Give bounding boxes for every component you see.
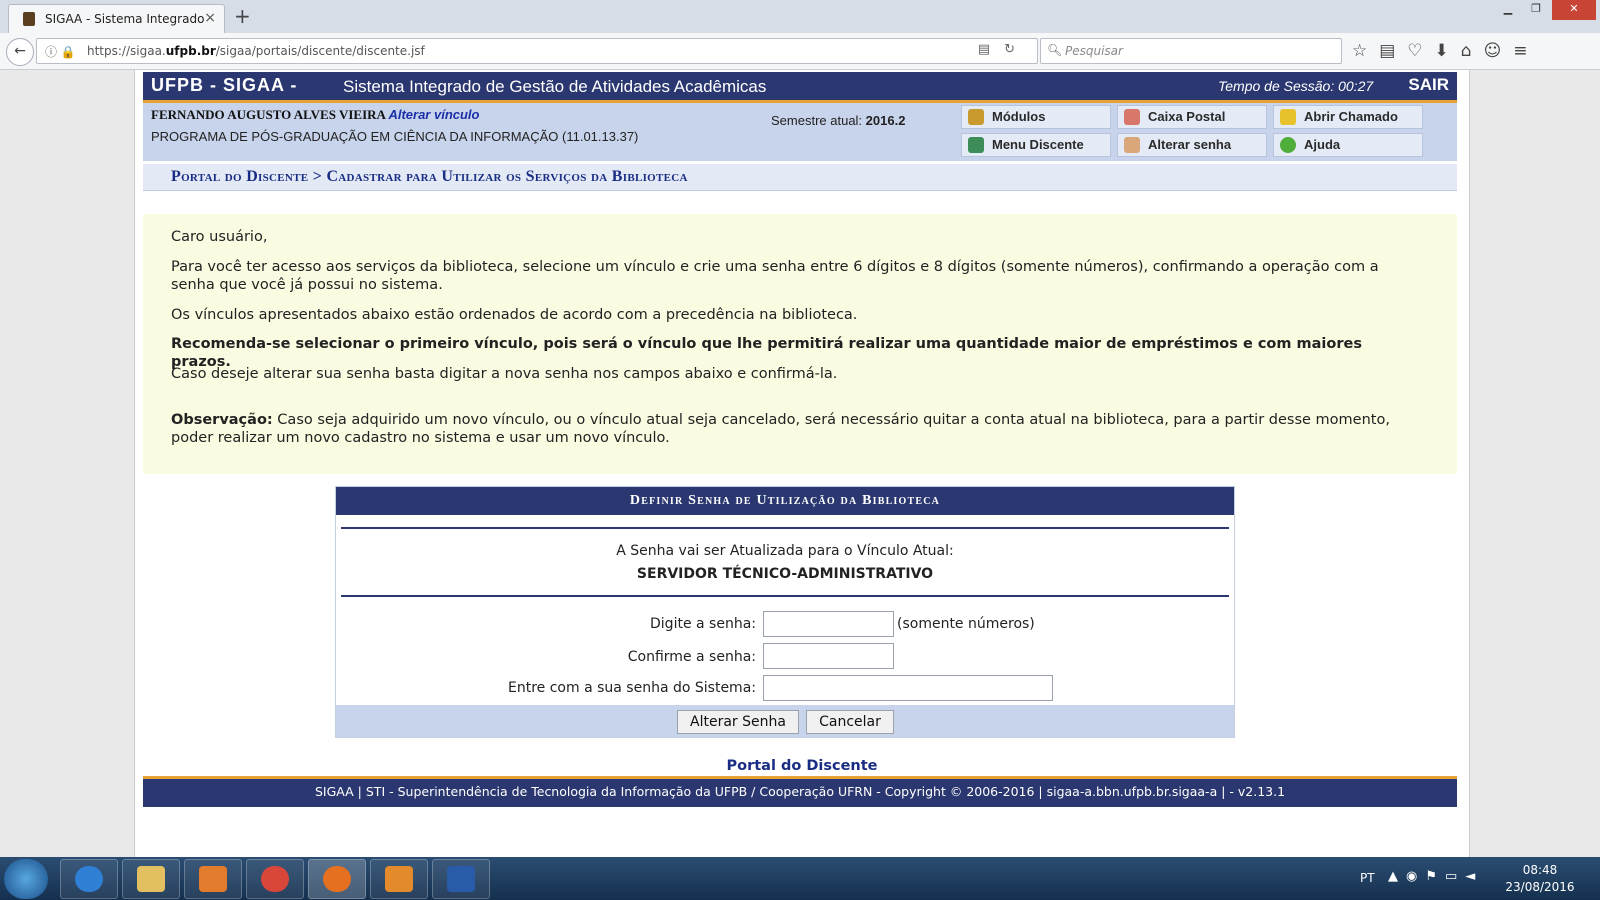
page-content: UFPB - SIGAA - Sistema Integrado de Gest…	[134, 70, 1470, 857]
search-box[interactable]: 🔍︎ Pesquisar	[1040, 38, 1342, 64]
greeting-text: Caro usuário,	[171, 229, 268, 245]
password-hint: (somente números)	[897, 616, 1035, 632]
abrir-chamado-button[interactable]: Abrir Chamado	[1273, 105, 1423, 129]
media-player-icon[interactable]	[184, 859, 242, 899]
system-tray-icons[interactable]: ▲◉⚑▭◄	[1388, 869, 1483, 884]
address-bar[interactable]: ⓘ 🔒 https://sigaa.ufpb.br/sigaa/portais/…	[36, 38, 1038, 64]
cancel-button[interactable]: Cancelar	[806, 710, 894, 734]
update-info-text: A Senha vai ser Atualizada para o Víncul…	[616, 543, 954, 559]
user-name: FERNANDO AUGUSTO ALVES VIEIRA	[151, 107, 386, 122]
reader-reload-icons[interactable]: ▤↻	[978, 42, 1029, 57]
browser-tab[interactable]: SIGAA - Sistema Integrado ... ×	[8, 4, 225, 34]
portal-discente-link[interactable]: Portal do Discente	[135, 758, 1469, 774]
user-key-icon	[1124, 137, 1140, 153]
search-icon: 🔍︎	[1047, 43, 1063, 57]
instructions-paragraph: Para você ter acesso aos serviços da bib…	[171, 259, 1379, 293]
logout-link[interactable]: SAIR	[1408, 75, 1449, 95]
instructions-panel: Caro usuário, Para você ter acesso aos s…	[143, 214, 1457, 474]
system-password-input[interactable]	[763, 675, 1053, 701]
divider	[341, 527, 1229, 529]
breadcrumb-text: Portal do Discente > Cadastrar para Util…	[171, 168, 688, 185]
alterar-senha-submit-button[interactable]: Alterar Senha	[677, 710, 799, 734]
site-info-lock-icon[interactable]: ⓘ 🔒	[45, 43, 76, 60]
internet-explorer-icon[interactable]	[60, 859, 118, 899]
alterar-senha-button[interactable]: Alterar senha	[1117, 133, 1267, 157]
sigaa-header: UFPB - SIGAA - Sistema Integrado de Gest…	[143, 72, 1457, 103]
search-placeholder: Pesquisar	[1065, 44, 1123, 58]
form-actions: Alterar Senha Cancelar	[336, 705, 1234, 737]
bell-icon	[1280, 109, 1296, 125]
caixa-postal-button[interactable]: Caixa Postal	[1117, 105, 1267, 129]
cube-icon	[968, 109, 984, 125]
change-link-link[interactable]: Alterar vínculo	[388, 107, 479, 122]
browser-tab-bar: SIGAA - Sistema Integrado ... × + ▁ ❐ ✕	[0, 0, 1600, 34]
chrome-icon[interactable]	[246, 859, 304, 899]
word-icon[interactable]	[432, 859, 490, 899]
user-name-line: FERNANDO AUGUSTO ALVES VIEIRA Alterar ví…	[151, 107, 479, 123]
breadcrumb: Portal do Discente > Cadastrar para Util…	[143, 164, 1457, 191]
user-info-panel: FERNANDO AUGUSTO ALVES VIEIRA Alterar ví…	[143, 103, 1457, 161]
browser-nav-bar: ← ⓘ 🔒 https://sigaa.ufpb.br/sigaa/portai…	[0, 33, 1600, 70]
system-name: Sistema Integrado de Gestão de Atividade…	[343, 77, 767, 96]
change-password-paragraph: Caso deseje alterar sua senha basta digi…	[171, 366, 838, 382]
back-icon[interactable]: ←	[6, 38, 34, 66]
password-label: Digite a senha:	[650, 616, 756, 632]
file-explorer-icon[interactable]	[122, 859, 180, 899]
current-semester: Semestre atual: 2016.2	[771, 113, 906, 128]
tab-title: SIGAA - Sistema Integrado ...	[45, 12, 205, 26]
h-app-icon[interactable]	[370, 859, 428, 899]
window-close-icon[interactable]: ✕	[1552, 0, 1596, 20]
tab-close-icon[interactable]: ×	[204, 10, 216, 26]
page-footer: SIGAA | STI - Superintendência de Tecnol…	[143, 776, 1457, 807]
ordering-paragraph: Os vínculos apresentados abaixo estão or…	[171, 307, 858, 323]
help-icon	[1280, 137, 1296, 153]
password-form: Definir Senha de Utilização da Bibliotec…	[335, 486, 1235, 738]
modulos-button[interactable]: Módulos	[961, 105, 1111, 129]
confirm-password-label: Confirme a senha:	[627, 649, 756, 665]
password-input[interactable]	[763, 611, 894, 637]
firefox-icon[interactable]	[308, 859, 366, 899]
restore-icon[interactable]: ❐	[1522, 0, 1550, 20]
minimize-icon[interactable]: ▁	[1494, 0, 1522, 20]
divider	[341, 595, 1229, 597]
start-button-icon[interactable]	[4, 859, 48, 899]
page-background: UFPB - SIGAA - Sistema Integrado de Gest…	[0, 70, 1600, 857]
url-text: https://sigaa.ufpb.br/sigaa/portais/disc…	[87, 44, 425, 58]
browser-toolbar-icons[interactable]: ☆▤♡⬇⌂☺≡	[1352, 41, 1540, 61]
menu-discente-button[interactable]: Menu Discente	[961, 133, 1111, 157]
confirm-password-input[interactable]	[763, 643, 894, 669]
ajuda-button[interactable]: Ajuda	[1273, 133, 1423, 157]
mailbox-icon	[1124, 109, 1140, 125]
new-tab-icon[interactable]: +	[234, 4, 251, 28]
form-title: Definir Senha de Utilização da Bibliotec…	[336, 487, 1234, 515]
current-vinculo: SERVIDOR TÉCNICO-ADMINISTRATIVO	[636, 566, 934, 582]
language-indicator[interactable]: PT	[1360, 871, 1375, 885]
system-password-label: Entre com a sua senha do Sistema:	[508, 680, 756, 696]
menu-tree-icon	[968, 137, 984, 153]
sigaa-favicon-icon	[23, 12, 35, 26]
observation-paragraph: Observação: Caso seja adquirido um novo …	[171, 412, 1390, 446]
os-taskbar: PT ▲◉⚑▭◄ 08:48 23/08/2016	[0, 857, 1600, 900]
clock[interactable]: 08:48 23/08/2016	[1500, 862, 1580, 896]
program-name: PROGRAMA DE PÓS-GRADUAÇÃO EM CIÊNCIA DA …	[151, 129, 639, 144]
session-timer: Tempo de Sessão: 00:27	[1218, 78, 1374, 94]
brand-title: UFPB - SIGAA -	[151, 75, 298, 95]
